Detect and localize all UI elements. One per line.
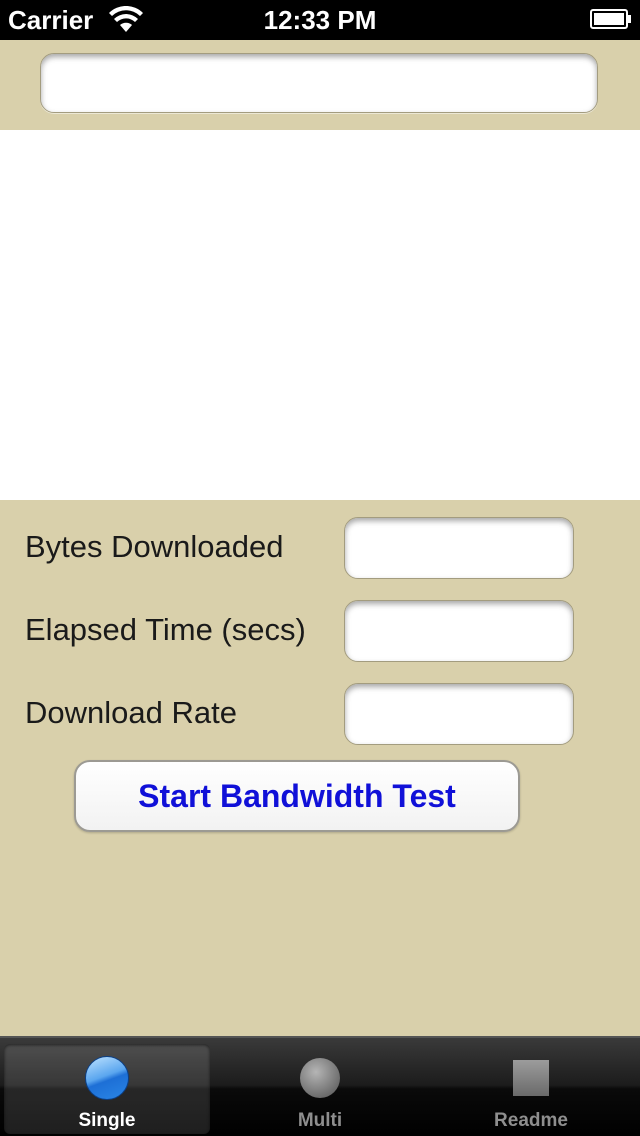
status-bar: Carrier 12:33 PM xyxy=(0,0,640,40)
elapsed-time-label: Elapsed Time (secs) xyxy=(25,612,306,647)
circle-blue-icon xyxy=(85,1056,129,1100)
url-panel xyxy=(0,40,640,130)
tab-bar: Single Multi Readme xyxy=(0,1036,640,1136)
bytes-downloaded-label: Bytes Downloaded xyxy=(25,529,284,564)
square-gray-icon xyxy=(513,1060,549,1096)
elapsed-time-row: Elapsed Time (secs) xyxy=(0,600,640,664)
tab-multi-label: Multi xyxy=(297,1110,343,1131)
download-rate-field[interactable] xyxy=(344,683,574,745)
download-rate-label: Download Rate xyxy=(25,695,237,730)
bytes-downloaded-row: Bytes Downloaded xyxy=(0,517,640,581)
circle-gray-icon xyxy=(300,1058,340,1098)
tab-readme[interactable]: Readme xyxy=(428,1044,634,1134)
url-input[interactable] xyxy=(40,53,598,113)
bytes-downloaded-field[interactable] xyxy=(344,517,574,579)
web-view xyxy=(0,130,640,500)
download-rate-row: Download Rate xyxy=(0,683,640,747)
start-bandwidth-test-button[interactable]: Start Bandwidth Test xyxy=(74,760,520,832)
tab-readme-label: Readme xyxy=(494,1110,568,1131)
elapsed-time-field[interactable] xyxy=(344,600,574,662)
tab-single[interactable]: Single xyxy=(4,1044,210,1134)
stats-panel: Bytes Downloaded Elapsed Time (secs) Dow… xyxy=(0,500,640,1036)
tab-multi[interactable]: Multi xyxy=(217,1044,423,1134)
battery-icon xyxy=(590,9,632,29)
clock-label: 12:33 PM xyxy=(263,5,377,35)
tab-single-label: Single xyxy=(78,1110,136,1131)
